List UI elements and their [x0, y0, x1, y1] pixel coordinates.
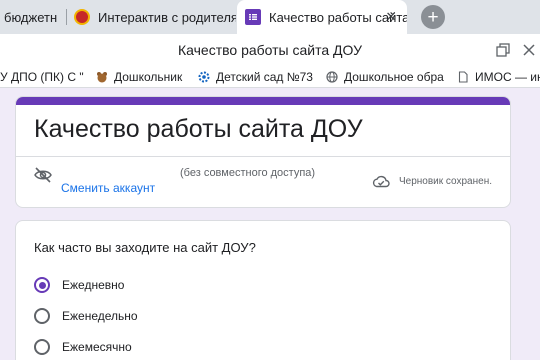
radio-button[interactable]	[34, 308, 50, 324]
bookmark-label: Дошкольное обра	[344, 70, 444, 84]
tab-budget[interactable]: бюджетн	[0, 0, 64, 34]
close-tab-icon[interactable]: ✕	[383, 9, 399, 25]
bookmark-label: Дошкольник	[114, 70, 183, 84]
title-bar: Качество работы сайта ДОУ	[0, 34, 540, 66]
page-title: Качество работы сайта ДОУ	[177, 42, 362, 58]
radio-button[interactable]	[34, 339, 50, 355]
bookmark-dpo[interactable]: У ДПО (ПК) С "У	[0, 69, 84, 85]
bookmark-doshkolnoe[interactable]: Дошкольное обра	[326, 69, 446, 85]
option-daily[interactable]: Ежедневно	[34, 276, 124, 294]
sharing-status: (без совместного доступа)	[180, 167, 316, 179]
bookmark-label: ИМОС — ин	[475, 70, 540, 84]
new-tab-button[interactable]: +	[421, 5, 445, 29]
switch-account-link[interactable]: Сменить аккаунт	[61, 181, 155, 195]
close-window-icon[interactable]	[521, 42, 537, 58]
bookmark-doshkolnik[interactable]: Дошкольник	[96, 69, 188, 85]
radio-selected-dot	[38, 281, 46, 289]
bookmark-imos[interactable]: ИМОС — ин	[457, 69, 540, 85]
eye-off-icon	[34, 167, 52, 183]
document-icon	[457, 71, 469, 83]
bookmark-label: У ДПО (ПК) С "У	[0, 70, 84, 84]
option-label: Ежемесячно	[62, 340, 132, 354]
globe-icon	[326, 71, 338, 83]
question-card: Как часто вы заходите на сайт ДОУ? Ежедн…	[15, 220, 511, 360]
option-weekly[interactable]: Еженедельно	[34, 307, 138, 325]
gear-icon	[198, 71, 210, 83]
bear-icon	[96, 71, 108, 83]
form-header-card: Качество работы сайта ДОУ Сменить аккаун…	[15, 96, 511, 208]
bookmark-detsky-sad[interactable]: Детский сад №73	[198, 69, 316, 85]
tab-label: бюджетн	[4, 9, 58, 25]
tab-interactive-parents[interactable]: Интерактив с родителями	[70, 0, 236, 34]
cloud-done-icon	[372, 175, 390, 188]
tab-label: Интерактив с родителями	[98, 9, 236, 25]
divider	[16, 156, 510, 157]
option-label: Еженедельно	[62, 309, 138, 323]
bookmarks-bar: У ДПО (ПК) С "У Дошкольник Детский сад №…	[0, 66, 540, 88]
draft-status: Черновик сохранен.	[399, 176, 492, 187]
form-title: Качество работы сайта ДОУ	[34, 115, 363, 143]
question-text: Как часто вы заходите на сайт ДОУ?	[34, 240, 256, 255]
tab-strip: бюджетн Интерактив с родителями Качество…	[0, 0, 540, 34]
option-label: Ежедневно	[62, 278, 125, 292]
bookmark-label: Детский сад №73	[216, 70, 313, 84]
crest-icon	[74, 9, 90, 25]
radio-button[interactable]	[34, 277, 50, 293]
option-monthly[interactable]: Ежемесячно	[34, 338, 132, 356]
forms-icon	[245, 9, 261, 25]
accent-bar	[16, 97, 510, 105]
restore-window-icon[interactable]	[495, 42, 511, 58]
tab-separator	[66, 9, 67, 25]
tab-site-quality[interactable]: Качество работы сайта ✕	[237, 0, 407, 34]
